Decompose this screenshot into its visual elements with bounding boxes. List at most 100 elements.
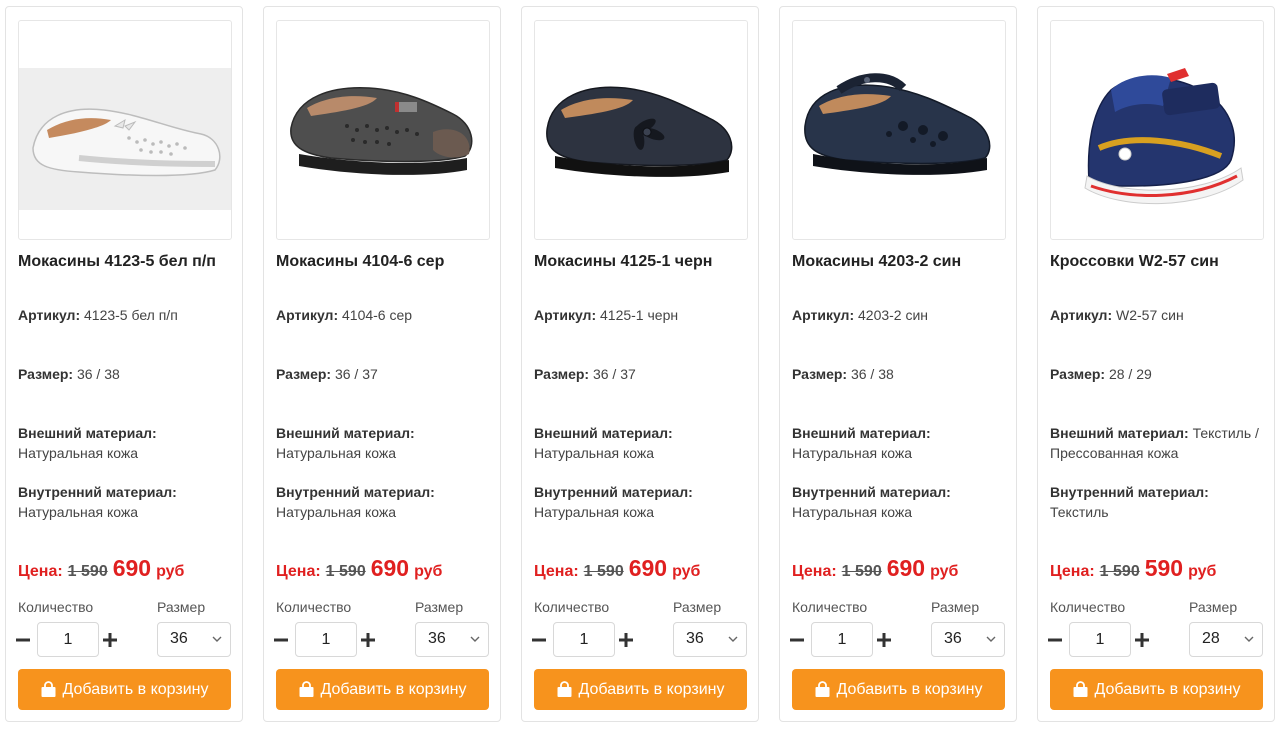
size-select[interactable]: 36 — [931, 622, 1005, 657]
size-select-value: 36 — [170, 630, 188, 647]
size-select[interactable]: 36 — [673, 622, 747, 657]
outer-material-row: Внешний материал: Натуральная кожа — [276, 423, 490, 463]
increase-quantity-button[interactable] — [1133, 626, 1151, 654]
add-to-cart-label: Добавить в корзину — [1094, 680, 1241, 698]
increase-quantity-button[interactable] — [101, 626, 119, 654]
decrease-quantity-button[interactable] — [14, 626, 32, 654]
outer-material-label: Внешний материал: — [18, 425, 157, 441]
product-image[interactable] — [276, 20, 490, 240]
chevron-down-icon — [1244, 636, 1254, 642]
size-value: 28 / 29 — [1108, 366, 1152, 382]
quantity-label: Количество — [792, 599, 868, 615]
inner-material-label: Внутренний материал: — [276, 484, 435, 500]
chevron-down-icon — [986, 636, 996, 642]
shoe-image — [546, 86, 733, 177]
inner-material-value: Натуральная кожа — [792, 504, 913, 520]
price-label: Цена: — [792, 563, 837, 580]
product-title[interactable]: Мокасины 4104-6 сер — [276, 253, 496, 271]
size-select[interactable]: 36 — [157, 622, 231, 657]
currency: руб — [414, 563, 443, 580]
plus-icon — [103, 633, 117, 647]
size-value: 36 / 37 — [334, 366, 378, 382]
add-to-cart-button[interactable]: Добавить в корзину — [534, 669, 747, 710]
decrease-quantity-button[interactable] — [788, 626, 806, 654]
inner-material-label: Внутренний материал: — [1050, 484, 1209, 500]
size-row: Размер: 36 / 38 — [18, 364, 232, 384]
article-label: Артикул: — [534, 307, 597, 323]
shoe-image — [1084, 68, 1244, 205]
product-image[interactable] — [534, 20, 748, 240]
add-to-cart-button[interactable]: Добавить в корзину — [1050, 669, 1263, 710]
shopping-bag-icon — [298, 681, 315, 698]
add-to-cart-button[interactable]: Добавить в корзину — [18, 669, 231, 710]
size-value: 36 / 38 — [76, 366, 120, 382]
quantity-input[interactable] — [37, 622, 99, 657]
decrease-quantity-button[interactable] — [272, 626, 290, 654]
increase-quantity-button[interactable] — [617, 626, 635, 654]
product-image[interactable] — [792, 20, 1006, 240]
increase-quantity-button[interactable] — [875, 626, 893, 654]
article-row: Артикул: 4104-6 сер — [276, 305, 490, 325]
price-label: Цена: — [18, 563, 63, 580]
minus-icon — [532, 638, 546, 642]
article-value: 4125-1 черн — [600, 307, 679, 323]
size-value: 36 / 38 — [850, 366, 894, 382]
outer-material-label: Внешний материал: — [792, 425, 931, 441]
price-row: Цена: 1 590 690 руб — [276, 555, 498, 583]
quantity-label: Количество — [276, 599, 352, 615]
product-grid: Мокасины 4123-5 бел п/п Артикул: 4123-5 … — [0, 0, 1280, 732]
quantity-label: Количество — [18, 599, 94, 615]
outer-material-row: Внешний материал: Натуральная кожа — [18, 423, 232, 463]
quantity-label: Количество — [534, 599, 610, 615]
old-price: 1 590 — [325, 563, 366, 580]
outer-material-row: Внешний материал: Текстиль / Прессованна… — [1050, 423, 1264, 463]
minus-icon — [1048, 638, 1062, 642]
product-title[interactable]: Кроссовки W2-57 син — [1050, 253, 1270, 271]
increase-quantity-button[interactable] — [359, 626, 377, 654]
size-select[interactable]: 28 — [1189, 622, 1263, 657]
shoe-image — [804, 73, 991, 175]
article-value: 4123-5 бел п/п — [84, 307, 178, 323]
product-title[interactable]: Мокасины 4123-5 бел п/п — [18, 253, 238, 271]
decrease-quantity-button[interactable] — [1046, 626, 1064, 654]
size-row: Размер: 28 / 29 — [1050, 364, 1264, 384]
add-to-cart-label: Добавить в корзину — [320, 680, 467, 698]
quantity-input[interactable] — [295, 622, 357, 657]
price-label: Цена: — [534, 563, 579, 580]
shoe-image — [290, 87, 473, 175]
quantity-input[interactable] — [1069, 622, 1131, 657]
size-label: Размер: — [276, 366, 332, 382]
inner-material-label: Внутренний материал: — [534, 484, 693, 500]
price-row: Цена: 1 590 690 руб — [534, 555, 756, 583]
product-image[interactable] — [1050, 20, 1264, 240]
size-select-value: 36 — [944, 630, 962, 647]
decrease-quantity-button[interactable] — [530, 626, 548, 654]
outer-material-row: Внешний материал: Натуральная кожа — [534, 423, 748, 463]
size-label: Размер: — [792, 366, 848, 382]
price-row: Цена: 1 590 690 руб — [18, 555, 240, 583]
article-value: W2-57 син — [1116, 307, 1184, 323]
size-value: 36 / 37 — [592, 366, 636, 382]
outer-material-value: Натуральная кожа — [792, 445, 913, 461]
outer-material-label: Внешний материал: — [1050, 425, 1189, 441]
product-title[interactable]: Мокасины 4125-1 черн — [534, 253, 754, 271]
size-select-label: Размер — [415, 599, 464, 615]
plus-icon — [1135, 633, 1149, 647]
article-label: Артикул: — [18, 307, 81, 323]
quantity-input[interactable] — [553, 622, 615, 657]
shopping-bag-icon — [814, 681, 831, 698]
article-label: Артикул: — [792, 307, 855, 323]
quantity-input[interactable] — [811, 622, 873, 657]
size-select[interactable]: 36 — [415, 622, 489, 657]
product-title[interactable]: Мокасины 4203-2 син — [792, 253, 1012, 271]
add-to-cart-button[interactable]: Добавить в корзину — [792, 669, 1005, 710]
add-to-cart-button[interactable]: Добавить в корзину — [276, 669, 489, 710]
size-row: Размер: 36 / 37 — [276, 364, 490, 384]
product-card: Кроссовки W2-57 син Артикул: W2-57 син Р… — [1037, 6, 1275, 722]
article-value: 4203-2 син — [858, 307, 929, 323]
price-label: Цена: — [1050, 563, 1095, 580]
currency: руб — [1188, 563, 1217, 580]
size-row: Размер: 36 / 38 — [792, 364, 1006, 384]
outer-material-value: Натуральная кожа — [18, 445, 139, 461]
product-image[interactable] — [18, 20, 232, 240]
